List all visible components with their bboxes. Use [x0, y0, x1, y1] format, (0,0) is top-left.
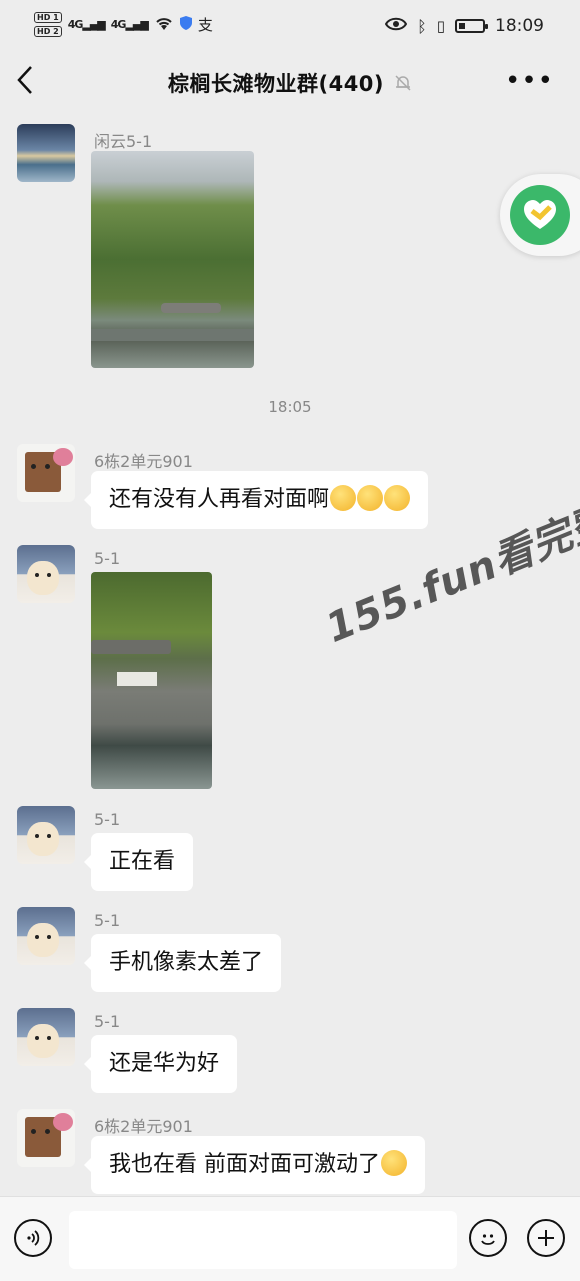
message-text: 还是华为好: [109, 1051, 220, 1076]
eye-icon: [384, 16, 408, 36]
input-bar: [0, 1196, 580, 1281]
chat-image-pavilion[interactable]: [91, 572, 212, 789]
status-left: HD 1 HD 2 4G▂▄▆ 4G▂▄▆ 支: [34, 12, 213, 37]
sender-name: 6栋2单元901: [94, 452, 193, 471]
sender-name: 5-1: [94, 549, 121, 568]
status-bar: HD 1 HD 2 4G▂▄▆ 4G▂▄▆ 支 ᛒ ▯ 18:09: [0, 0, 580, 56]
mute-bell-icon: [394, 74, 412, 96]
hd1-badge: HD 1: [34, 12, 62, 23]
message-bubble[interactable]: 手机像素太差了: [83, 934, 282, 992]
thinking-emoji-icon: [384, 485, 411, 511]
avatar-xianyun[interactable]: [17, 124, 75, 182]
more-icon[interactable]: •••: [505, 66, 554, 96]
chat-title: 棕榈长滩物业群(440): [0, 68, 580, 98]
message-text: 正在看: [109, 849, 176, 874]
hd2-badge: HD 2: [34, 26, 62, 37]
status-right: ᛒ ▯ 18:09: [384, 16, 544, 36]
heart-icon: [510, 185, 570, 245]
plus-icon[interactable]: [527, 1219, 565, 1257]
emoji-icon[interactable]: [469, 1219, 507, 1257]
message-input[interactable]: [69, 1211, 457, 1269]
signal-icon-2: 4G▂▄▆: [110, 18, 149, 31]
voice-icon[interactable]: [14, 1219, 52, 1257]
avatar-danbo[interactable]: [17, 1109, 75, 1167]
thinking-emoji-icon: [381, 1150, 407, 1176]
avatar-puppy[interactable]: [17, 1008, 75, 1066]
sender-name: 5-1: [94, 1012, 121, 1031]
message-text: 手机像素太差了: [109, 950, 264, 975]
pavilion-roof: [161, 303, 221, 313]
avatar-puppy[interactable]: [17, 907, 75, 965]
signal-icon-1: 4G▂▄▆: [67, 18, 106, 31]
message-bubble[interactable]: 还有没有人再看对面啊: [83, 471, 429, 529]
message-text: 还有没有人再看对面啊: [109, 487, 330, 512]
walkway: [91, 329, 254, 341]
thinking-emoji-icon: [357, 485, 384, 511]
message-bubble[interactable]: 正在看: [83, 833, 194, 891]
pavilion-roof: [91, 640, 171, 654]
sender-name: 5-1: [94, 911, 121, 930]
sender-name: 5-1: [94, 810, 121, 829]
avatar-danbo[interactable]: [17, 444, 75, 502]
shield-icon: [179, 16, 192, 33]
battery-icon: [455, 19, 488, 33]
floating-mini-program-button[interactable]: [500, 174, 580, 256]
alipay-icon: 支: [197, 16, 213, 34]
status-time: 18:09: [495, 16, 544, 36]
message-bubble[interactable]: 还是华为好: [83, 1035, 238, 1093]
timestamp: 18:05: [268, 398, 312, 416]
avatar-puppy[interactable]: [17, 806, 75, 864]
message-bubble[interactable]: 我也在看 前面对面可激动了: [84, 1136, 425, 1194]
chat-header: 棕榈长滩物业群(440) •••: [0, 56, 580, 110]
avatar-puppy[interactable]: [17, 545, 75, 603]
message-text: 我也在看 前面对面可激动了: [109, 1152, 380, 1177]
sender-name: 闲云5-1: [94, 132, 153, 151]
thinking-emoji-icon: [330, 485, 357, 511]
bluetooth-icon: ᛒ: [417, 16, 427, 36]
sender-name: 6栋2单元901: [94, 1117, 193, 1136]
people: [117, 672, 157, 686]
vibrate-icon: ▯: [436, 17, 445, 35]
chat-image-park[interactable]: [91, 151, 254, 368]
wifi-icon: [154, 15, 174, 35]
group-name: 棕榈长滩物业群(440): [167, 72, 385, 96]
